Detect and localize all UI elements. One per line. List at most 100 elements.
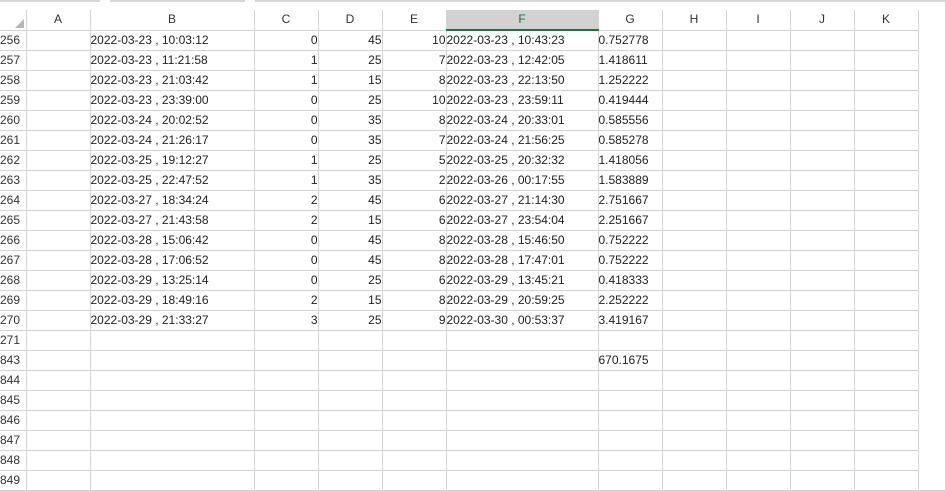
cell-h[interactable] bbox=[662, 250, 727, 271]
cell-e[interactable]: 10 bbox=[382, 90, 447, 111]
row-header[interactable]: 265 bbox=[0, 210, 27, 231]
row-header[interactable]: 259 bbox=[0, 90, 27, 111]
cell-h[interactable] bbox=[662, 310, 727, 331]
row-header[interactable]: 261 bbox=[0, 130, 27, 151]
row-header[interactable]: 270 bbox=[0, 310, 27, 331]
cell-c[interactable] bbox=[254, 390, 319, 411]
cell-j[interactable] bbox=[790, 370, 855, 391]
cell-a[interactable] bbox=[26, 370, 91, 391]
cell-e[interactable] bbox=[382, 450, 447, 471]
cell-h[interactable] bbox=[662, 90, 727, 111]
cell-c[interactable]: 1 bbox=[254, 50, 319, 71]
cell-f[interactable] bbox=[446, 470, 599, 491]
cell-k[interactable] bbox=[854, 150, 919, 171]
row-header[interactable]: 846 bbox=[0, 410, 27, 431]
cell-h[interactable] bbox=[662, 190, 727, 211]
cell-b[interactable] bbox=[90, 410, 255, 431]
cell-j[interactable] bbox=[790, 250, 855, 271]
cell-b[interactable] bbox=[90, 470, 255, 491]
cell-d[interactable] bbox=[318, 410, 383, 431]
cell-g[interactable] bbox=[598, 390, 663, 411]
cell-j[interactable] bbox=[790, 230, 855, 251]
cell-d[interactable]: 25 bbox=[318, 150, 383, 171]
row-header[interactable]: 843 bbox=[0, 350, 27, 371]
cell-b[interactable]: 2022-03-23 , 23:39:00 bbox=[90, 90, 255, 111]
cell-g[interactable]: 0.419444 bbox=[598, 90, 663, 111]
cell-a[interactable] bbox=[26, 330, 91, 351]
cell-i[interactable] bbox=[726, 230, 791, 251]
cell-i[interactable] bbox=[726, 90, 791, 111]
cell-k[interactable] bbox=[854, 50, 919, 71]
cell-j[interactable] bbox=[790, 350, 855, 371]
cell-i[interactable] bbox=[726, 370, 791, 391]
cell-a[interactable] bbox=[26, 450, 91, 471]
cell-a[interactable] bbox=[26, 190, 91, 211]
cell-h[interactable] bbox=[662, 210, 727, 231]
cell-i[interactable] bbox=[726, 50, 791, 71]
cell-a[interactable] bbox=[26, 110, 91, 131]
cell-a[interactable] bbox=[26, 470, 91, 491]
cell-e[interactable]: 8 bbox=[382, 110, 447, 131]
cell-j[interactable] bbox=[790, 330, 855, 351]
cell-k[interactable] bbox=[854, 190, 919, 211]
cell-b[interactable]: 2022-03-29 , 18:49:16 bbox=[90, 290, 255, 311]
cell-k[interactable] bbox=[854, 110, 919, 131]
cell-a[interactable] bbox=[26, 430, 91, 451]
cell-c[interactable]: 2 bbox=[254, 210, 319, 231]
column-header-e[interactable]: E bbox=[382, 10, 447, 31]
cell-c[interactable] bbox=[254, 370, 319, 391]
row-header[interactable]: 269 bbox=[0, 290, 27, 311]
row-header[interactable]: 262 bbox=[0, 150, 27, 171]
cell-c[interactable]: 0 bbox=[254, 30, 319, 51]
cell-i[interactable] bbox=[726, 30, 791, 51]
row-header[interactable]: 267 bbox=[0, 250, 27, 271]
cell-b[interactable]: 2022-03-27 , 18:34:24 bbox=[90, 190, 255, 211]
cell-b[interactable] bbox=[90, 450, 255, 471]
cell-f[interactable] bbox=[446, 450, 599, 471]
cell-e[interactable] bbox=[382, 390, 447, 411]
cell-c[interactable] bbox=[254, 430, 319, 451]
cell-c[interactable]: 1 bbox=[254, 150, 319, 171]
cell-c[interactable]: 3 bbox=[254, 310, 319, 331]
cell-a[interactable] bbox=[26, 90, 91, 111]
cell-c[interactable]: 2 bbox=[254, 290, 319, 311]
cell-g[interactable] bbox=[598, 430, 663, 451]
cell-e[interactable] bbox=[382, 470, 447, 491]
column-header-i[interactable]: I bbox=[726, 10, 791, 31]
cell-a[interactable] bbox=[26, 30, 91, 51]
cell-k[interactable] bbox=[854, 270, 919, 291]
cell-d[interactable]: 35 bbox=[318, 170, 383, 191]
cell-i[interactable] bbox=[726, 290, 791, 311]
cell-b[interactable] bbox=[90, 430, 255, 451]
cell-h[interactable] bbox=[662, 410, 727, 431]
cell-k[interactable] bbox=[854, 450, 919, 471]
cell-j[interactable] bbox=[790, 110, 855, 131]
cell-a[interactable] bbox=[26, 290, 91, 311]
cell-f[interactable] bbox=[446, 370, 599, 391]
cell-b[interactable]: 2022-03-24 , 20:02:52 bbox=[90, 110, 255, 131]
cell-k[interactable] bbox=[854, 330, 919, 351]
cell-j[interactable] bbox=[790, 430, 855, 451]
cell-h[interactable] bbox=[662, 370, 727, 391]
cell-b[interactable]: 2022-03-28 , 15:06:42 bbox=[90, 230, 255, 251]
cell-d[interactable]: 25 bbox=[318, 50, 383, 71]
cell-d[interactable]: 45 bbox=[318, 30, 383, 51]
cell-d[interactable]: 35 bbox=[318, 110, 383, 131]
cell-e[interactable] bbox=[382, 330, 447, 351]
cell-f[interactable]: 2022-03-23 , 22:13:50 bbox=[446, 70, 599, 91]
cell-i[interactable] bbox=[726, 410, 791, 431]
cell-g[interactable]: 3.419167 bbox=[598, 310, 663, 331]
cell-g[interactable] bbox=[598, 410, 663, 431]
cell-h[interactable] bbox=[662, 290, 727, 311]
cell-b[interactable]: 2022-03-29 , 21:33:27 bbox=[90, 310, 255, 331]
cell-e[interactable]: 7 bbox=[382, 130, 447, 151]
cell-d[interactable]: 45 bbox=[318, 230, 383, 251]
cell-f[interactable]: 2022-03-27 , 23:54:04 bbox=[446, 210, 599, 231]
cell-h[interactable] bbox=[662, 470, 727, 491]
cell-f[interactable]: 2022-03-29 , 20:59:25 bbox=[446, 290, 599, 311]
cell-h[interactable] bbox=[662, 130, 727, 151]
cell-k[interactable] bbox=[854, 230, 919, 251]
cell-g[interactable]: 2.751667 bbox=[598, 190, 663, 211]
cell-h[interactable] bbox=[662, 330, 727, 351]
cell-g[interactable]: 2.252222 bbox=[598, 290, 663, 311]
